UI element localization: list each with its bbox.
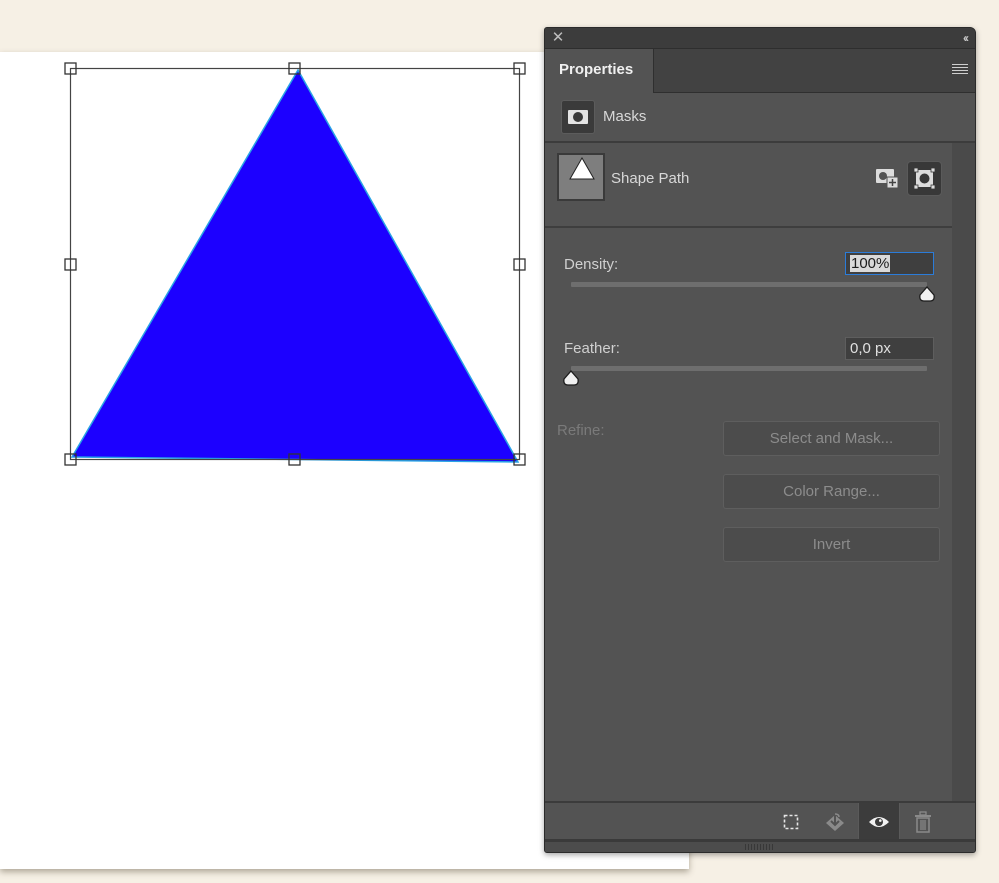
triangle-thumbnail-icon (569, 156, 595, 180)
density-input[interactable]: 100% (845, 252, 934, 275)
shape-path-row: Shape Path (545, 143, 952, 227)
feather-slider-track[interactable] (571, 366, 927, 371)
load-selection-icon[interactable] (770, 803, 812, 841)
select-and-mask-button[interactable]: Select and Mask... (723, 421, 940, 456)
resize-grip-icon[interactable] (745, 844, 775, 850)
masks-label: Masks (603, 108, 647, 125)
panel-titlebar[interactable]: ✕ ‹‹ (545, 28, 975, 49)
close-icon[interactable]: ✕ (551, 30, 565, 46)
feather-input[interactable]: 0,0 px (845, 337, 934, 360)
visibility-eye-icon[interactable] (858, 803, 900, 841)
density-label: Density: (564, 256, 619, 273)
tab-properties[interactable]: Properties (545, 49, 654, 93)
pixel-mask-icon[interactable] (561, 100, 595, 134)
feather-label: Feather: (564, 340, 620, 357)
delete-trash-icon[interactable] (902, 803, 944, 841)
panel-resize-bar[interactable] (545, 839, 975, 852)
panel-footer (545, 801, 975, 841)
shape-path-label: Shape Path (611, 170, 690, 187)
hamburger-menu-icon[interactable] (952, 64, 968, 76)
blue-triangle-shape[interactable] (70, 68, 520, 463)
invert-button[interactable]: Invert (723, 527, 940, 562)
masks-row: Masks (545, 94, 975, 142)
density-slider-track[interactable] (571, 282, 927, 287)
panel-tab-row: Properties (545, 49, 975, 93)
panel-scrollbar[interactable] (952, 143, 975, 803)
color-range-button[interactable]: Color Range... (723, 474, 940, 509)
collapse-panel-icon[interactable]: ‹‹ (963, 30, 969, 46)
refine-label: Refine: (557, 422, 605, 439)
apply-mask-icon[interactable] (814, 803, 856, 841)
properties-panel: ✕ ‹‹ Properties Masks Shape Path Density… (544, 27, 976, 853)
density-slider-thumb[interactable] (918, 286, 936, 302)
add-pixel-mask-icon[interactable] (875, 167, 901, 191)
feather-slider-thumb[interactable] (562, 370, 580, 386)
vector-mask-icon[interactable] (907, 161, 942, 196)
feather-value: 0,0 px (850, 340, 891, 357)
shape-path-thumbnail[interactable] (557, 153, 605, 201)
divider (545, 226, 952, 228)
density-value: 100% (850, 255, 891, 272)
